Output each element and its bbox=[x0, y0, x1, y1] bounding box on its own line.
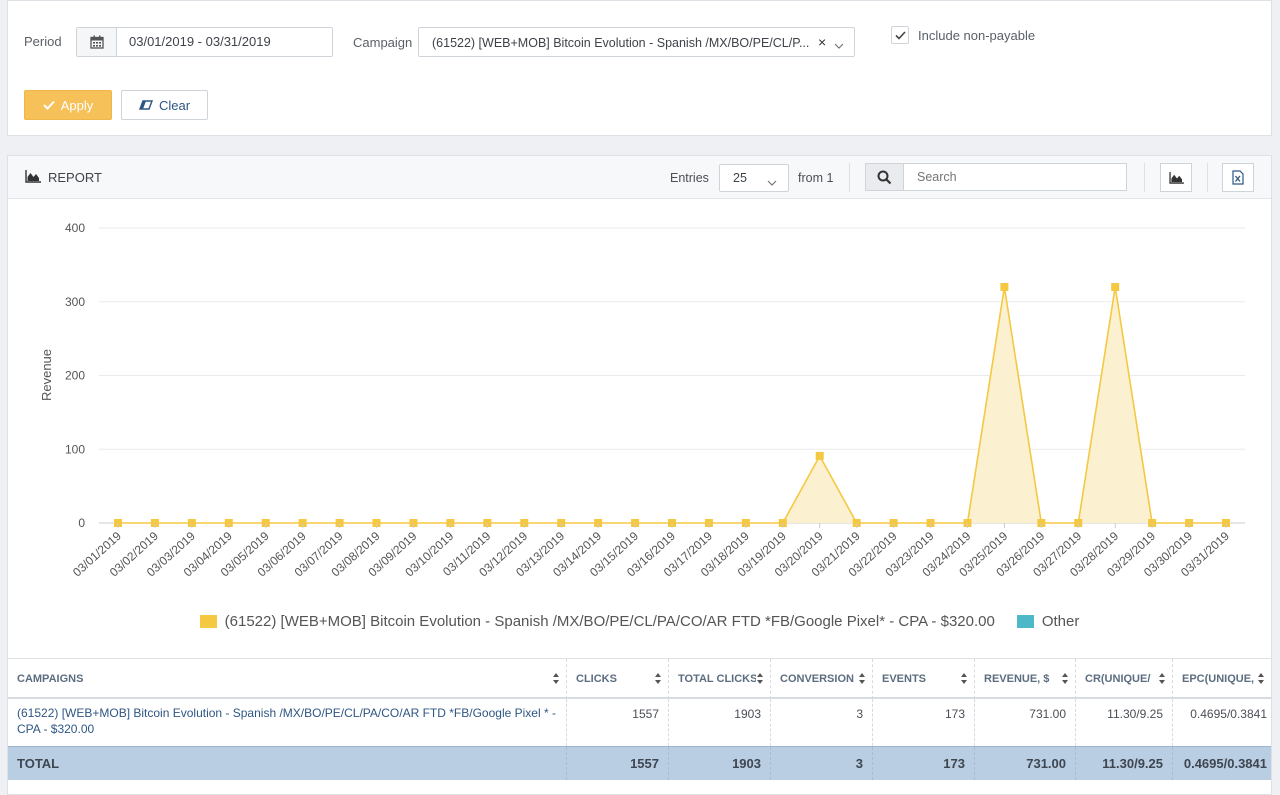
table-header: CAMPAIGNS CLICKS TOTAL CLICKS CONVERSION… bbox=[8, 658, 1271, 699]
cell-cr: 11.30/9.25 bbox=[1076, 699, 1173, 746]
data-point[interactable] bbox=[815, 451, 824, 460]
col-total-clicks[interactable]: TOTAL CLICKS bbox=[669, 659, 771, 699]
legend-swatch-series bbox=[199, 614, 217, 628]
report-panel: REPORT Entries 25 from 1 0 100 200 300 400 R… bbox=[7, 155, 1272, 795]
col-conversion[interactable]: CONVERSION bbox=[771, 659, 873, 699]
total-epc: 0.4695/0.3841 bbox=[1183, 756, 1267, 771]
total-total-clicks: 1903 bbox=[669, 747, 771, 780]
report-header: REPORT Entries 25 from 1 bbox=[8, 156, 1271, 199]
report-title: REPORT bbox=[48, 170, 102, 185]
from-label: from 1 bbox=[798, 171, 834, 185]
sort-icon bbox=[1159, 673, 1166, 685]
total-revenue: 731.00 bbox=[975, 747, 1076, 780]
y-axis-label: Revenue bbox=[39, 349, 54, 401]
apply-button[interactable]: Apply bbox=[24, 90, 112, 120]
check-icon bbox=[43, 100, 55, 110]
cell-events: 173 bbox=[873, 699, 975, 746]
divider bbox=[849, 163, 850, 192]
data-point[interactable] bbox=[1111, 283, 1120, 291]
chart-toggle-button[interactable] bbox=[1160, 163, 1192, 192]
apply-label: Apply bbox=[60, 97, 94, 113]
series-area bbox=[118, 287, 1226, 523]
cell-revenue: 731.00 bbox=[975, 699, 1076, 746]
eraser-icon bbox=[138, 100, 153, 110]
sort-icon bbox=[553, 673, 560, 685]
period-picker[interactable]: 03/01/2019 - 03/31/2019 bbox=[76, 27, 333, 57]
col-revenue[interactable]: REVENUE, $ bbox=[975, 659, 1076, 699]
include-nonpayable-checkbox[interactable] bbox=[891, 26, 909, 44]
table-row: (61522) [WEB+MOB] Bitcoin Evolution - Sp… bbox=[8, 699, 1271, 746]
search-button[interactable] bbox=[865, 163, 903, 191]
col-events[interactable]: EVENTS bbox=[873, 659, 975, 699]
calendar-icon[interactable] bbox=[77, 28, 117, 56]
data-point[interactable] bbox=[1000, 283, 1009, 291]
y-tick-label: 400 bbox=[65, 221, 85, 235]
chevron-down-icon[interactable] bbox=[834, 37, 844, 55]
divider bbox=[1144, 163, 1145, 192]
chart-legend: (61522) [WEB+MOB] Bitcoin Evolution - Sp… bbox=[8, 610, 1271, 632]
cell-clicks: 1557 bbox=[567, 699, 669, 746]
excel-file-icon bbox=[1232, 170, 1244, 185]
campaign-value: (61522) [WEB+MOB] Bitcoin Evolution - Sp… bbox=[432, 36, 810, 50]
total-events: 173 bbox=[873, 747, 975, 780]
col-clicks[interactable]: CLICKS bbox=[567, 659, 669, 699]
entries-label: Entries bbox=[670, 171, 709, 185]
clear-label: Clear bbox=[158, 97, 191, 113]
legend-swatch-other bbox=[1016, 614, 1034, 628]
sort-icon bbox=[961, 673, 968, 685]
sort-icon bbox=[655, 673, 662, 685]
campaign-label: Campaign bbox=[353, 35, 413, 50]
legend-label-series[interactable]: (61522) [WEB+MOB] Bitcoin Evolution - Sp… bbox=[225, 613, 995, 630]
legend-label-other[interactable]: Other bbox=[1042, 613, 1080, 630]
sort-icon bbox=[757, 673, 764, 685]
col-cr[interactable]: CR(UNIQUE/ bbox=[1076, 659, 1173, 699]
search-icon bbox=[877, 170, 892, 184]
col-epc[interactable]: EPC(UNIQUE, bbox=[1173, 659, 1271, 699]
total-clicks: 1557 bbox=[567, 747, 669, 780]
period-label: Period bbox=[24, 34, 62, 49]
divider bbox=[1207, 163, 1208, 192]
col-campaigns[interactable]: CAMPAIGNS bbox=[8, 659, 567, 699]
series-line bbox=[118, 286, 1226, 524]
clear-selection-icon[interactable]: × bbox=[818, 34, 826, 50]
total-conversion: 3 bbox=[771, 747, 873, 780]
include-nonpayable-label: Include non-payable bbox=[918, 28, 1036, 43]
export-excel-button[interactable] bbox=[1222, 163, 1254, 192]
y-tick-label: 300 bbox=[65, 295, 85, 309]
cell-conversion: 3 bbox=[771, 699, 873, 746]
sort-icon bbox=[1062, 673, 1069, 685]
period-value: 03/01/2019 - 03/31/2019 bbox=[129, 34, 271, 49]
total-cr: 11.30/9.25 bbox=[1076, 747, 1173, 780]
y-tick-label: 200 bbox=[65, 369, 85, 383]
area-chart-icon bbox=[1168, 171, 1184, 184]
filter-panel: Period 03/01/2019 - 03/31/2019 Campaign … bbox=[7, 0, 1272, 136]
clear-button[interactable]: Clear bbox=[121, 90, 208, 120]
entries-value: 25 bbox=[733, 171, 747, 185]
chevron-down-icon bbox=[767, 174, 777, 192]
campaign-select[interactable]: (61522) [WEB+MOB] Bitcoin Evolution - Sp… bbox=[418, 27, 855, 57]
total-row: TOTAL 1557 1903 3 173 731.00 11.30/9.25 … bbox=[8, 746, 1271, 780]
search-input[interactable] bbox=[903, 163, 1127, 191]
cell-total-clicks: 1903 bbox=[669, 699, 771, 746]
sort-icon bbox=[859, 673, 866, 685]
cell-epc: 0.4695/0.3841 bbox=[1190, 707, 1267, 721]
revenue-chart: 0100200300400 Revenue 03/01/201903/02/20… bbox=[39, 221, 1245, 579]
area-chart-icon bbox=[25, 170, 41, 188]
sort-icon bbox=[1258, 673, 1265, 685]
y-tick-label: 0 bbox=[78, 516, 85, 530]
entries-select[interactable]: 25 bbox=[719, 164, 789, 192]
y-tick-label: 100 bbox=[65, 442, 85, 456]
checkmark-icon bbox=[894, 30, 906, 40]
